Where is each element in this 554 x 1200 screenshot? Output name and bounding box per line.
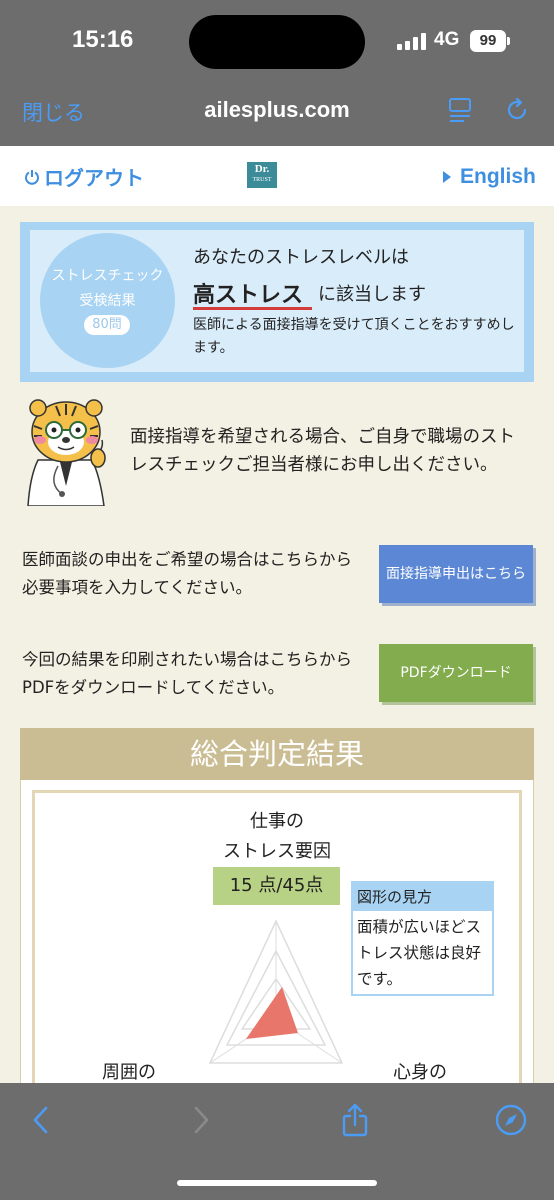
dynamic-island — [189, 15, 365, 69]
forward-icon[interactable] — [184, 1103, 218, 1137]
signal-icon — [397, 32, 427, 50]
pdf-download-button[interactable]: PDFダウンロード — [379, 644, 533, 702]
battery-icon: 99 — [470, 30, 506, 52]
interview-request-text: 医師面談の申出をご希望の場合はこちらから必要事項を入力してください。 — [22, 550, 352, 597]
axis-top-line2: ストレス要因 — [223, 841, 331, 862]
share-icon[interactable] — [338, 1103, 372, 1137]
axis-right-label: 心身の — [393, 1062, 447, 1083]
badge-line1: ストレスチェック — [51, 268, 164, 284]
interview-request-button[interactable]: 面接指導申出はこちら — [379, 545, 533, 603]
legend-box: 図形の見方 面積が広いほどストレス状態は良好です。 — [351, 881, 494, 996]
stress-level: 高ストレス — [193, 283, 304, 308]
pdf-download-text: 今回の結果を印刷されたい場合はこちらからPDFをダウンロードしてください。 — [22, 650, 352, 697]
network-type: 4G — [434, 29, 460, 50]
power-icon — [25, 169, 39, 185]
tiger-doctor-mascot — [27, 399, 106, 506]
result-advice: 医師による面接指導を受けて頂くことをおすすめします。 — [193, 317, 515, 356]
reader-icon[interactable] — [448, 97, 474, 123]
interview-guidance-message: 面接指導を希望される場合、ご自身で職場のストレスチェックご担当者様にお申し出くだ… — [130, 427, 515, 475]
result-badge: ストレスチェック 受検結果 80問 — [40, 233, 175, 368]
legend-text: 面積が広いほどストレス状態は良好です。 — [357, 918, 482, 988]
logo-line1: Dr. — [254, 163, 270, 175]
triangle-right-icon — [443, 171, 451, 183]
badge-count: 80問 — [84, 315, 130, 335]
axis-left-label: 周囲の — [102, 1062, 156, 1083]
radar-chart — [208, 919, 344, 1064]
compass-icon[interactable] — [494, 1103, 528, 1137]
legend-title: 図形の見方 — [353, 883, 492, 911]
english-label: English — [460, 165, 536, 188]
stress-level-suffix: に該当します — [318, 284, 426, 305]
result-line1: あなたのストレスレベルは — [193, 247, 409, 268]
dr-trust-logo: Dr. TRUST — [247, 162, 277, 188]
logo-line2: TRUST — [252, 177, 272, 183]
logout-button[interactable]: ログアウト — [24, 162, 144, 191]
reload-icon[interactable] — [503, 96, 531, 124]
axis-top-line1: 仕事の — [250, 811, 304, 832]
home-indicator — [177, 1180, 377, 1186]
battery-tip — [507, 37, 510, 45]
stress-level-underline — [193, 307, 312, 310]
overall-result-title: 総合判定結果 — [20, 728, 534, 780]
back-icon[interactable] — [24, 1103, 58, 1137]
logout-label: ログアウト — [44, 166, 144, 190]
status-time: 15:16 — [72, 26, 134, 53]
english-link[interactable]: English — [442, 165, 536, 189]
work-stress-score: 15 点/45点 — [213, 867, 340, 905]
badge-line2: 受検結果 — [79, 293, 136, 309]
